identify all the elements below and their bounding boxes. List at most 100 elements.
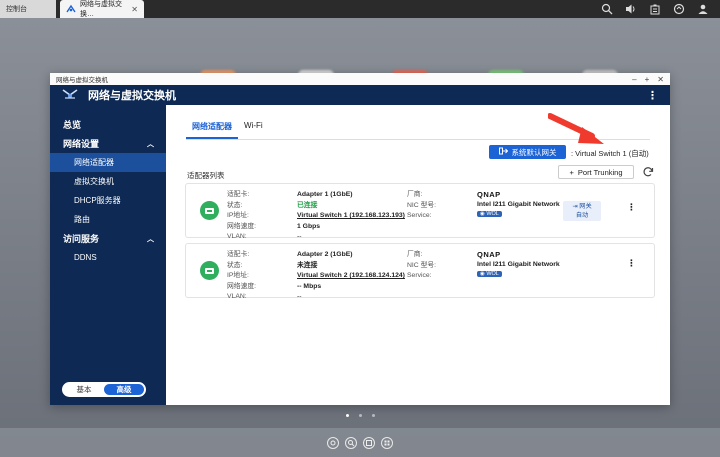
sidebar-group-network-settings[interactable]: 网络设置 ︿ (50, 134, 166, 153)
sidebar-item-routing[interactable]: 路由 (50, 210, 166, 229)
adapter-speed: -- Mbps (297, 282, 322, 290)
browser-tab-network[interactable]: 网络与虚拟交换… ✕ (60, 0, 144, 18)
chevron-up-icon: ︿ (147, 140, 154, 148)
mode-basic-option[interactable]: 基本 (64, 384, 104, 395)
dock-apps-icon[interactable] (381, 436, 393, 449)
adapter-card[interactable]: 适配卡: 状态: IP地址: 网络速度: VLAN: Adapter 1 (1G… (185, 183, 655, 240)
adapter-card[interactable]: 适配卡: 状态: IP地址: 网络速度: VLAN: Adapter 2 (1G… (185, 243, 655, 300)
browser-tab-label: 网络与虚拟交换… (80, 1, 122, 18)
minimize-icon[interactable]: – (632, 75, 636, 84)
gateway-icon: ⇥ (572, 203, 578, 210)
adapter-ip-link[interactable]: Virtual Switch 1 (192.168.123.193) (297, 211, 405, 222)
status-label: 状态: (227, 201, 243, 209)
adapter-labels-2: 厂商: NIC 型号: Service: (407, 250, 436, 282)
service-label: Service: (407, 272, 432, 279)
browser-tab-bar: 控制台 网络与虚拟交换… ✕ (0, 0, 720, 18)
page-dot[interactable] (371, 414, 375, 417)
sidebar-group-label: 网络设置 (63, 139, 100, 149)
tab-network-adapter[interactable]: 网络适配器 (186, 117, 238, 139)
more-options-icon[interactable]: ⋮ (627, 202, 636, 213)
gateway-badge-label: 网关 (579, 203, 592, 210)
chevron-up-icon: ︿ (147, 235, 154, 243)
sidebar-item-virtual-switch[interactable]: 虚拟交换机 (50, 172, 166, 191)
adapter-ip-link[interactable]: Virtual Switch 2 (192.168.124.124) (297, 271, 405, 282)
adapter-vlan: -- (297, 233, 302, 240)
sync-icon[interactable] (672, 2, 686, 16)
browser-tab-control-panel[interactable]: 控制台 (0, 0, 56, 18)
wol-badge: ◉ WOL (477, 271, 502, 277)
ip-label: IP地址: (227, 272, 249, 279)
status-label: 状态: (227, 261, 243, 269)
more-menu-icon[interactable]: ⋮ (647, 89, 658, 102)
port-trunking-label: Port Trunking (577, 167, 623, 177)
adapter-status: 未连接 (297, 261, 318, 269)
vendor-label: 厂商: (407, 191, 423, 198)
window-titlebar[interactable]: 网络与虚拟交换机 – + ✕ (50, 73, 670, 85)
app-window: 网络与虚拟交换机 – + ✕ 网络与虚拟交换机 ⋮ 总览 网络设置 ︿ 网络适配… (50, 73, 670, 405)
adapter-vlan: -- (297, 293, 302, 300)
vlan-label: VLAN: (227, 233, 247, 240)
dock-settings-icon[interactable] (327, 436, 339, 449)
sidebar-item-network-adapter[interactable]: 网络适配器 (50, 153, 166, 172)
nic-model: Intel I211 Gigabit Network (477, 201, 560, 208)
sidebar-item-overview[interactable]: 总览 (50, 115, 166, 134)
nic-icon (200, 261, 219, 280)
network-app-icon (66, 4, 76, 14)
speed-label: 网络速度: (227, 282, 257, 290)
system-tray (600, 0, 720, 18)
adapter-labels: 适配卡: 状态: IP地址: 网络速度: VLAN: (227, 250, 256, 303)
adapter-list-title: 适配器列表 (187, 171, 225, 180)
default-gateway-label: 系统默认网关 (511, 147, 557, 157)
default-gateway-button[interactable]: 系统默认网关 (489, 145, 566, 159)
service-label: Service: (407, 212, 432, 219)
vendor-logo: QNAP (477, 250, 501, 259)
more-options-icon[interactable]: ⋮ (627, 258, 636, 269)
dock (0, 428, 720, 457)
volume-icon[interactable] (624, 2, 638, 16)
sidebar-group-label: 访问服务 (63, 234, 100, 244)
close-icon[interactable]: ✕ (131, 5, 138, 14)
plus-icon: + (569, 167, 574, 177)
tasks-icon[interactable] (648, 2, 662, 16)
nic-model: Intel I211 Gigabit Network (477, 261, 560, 268)
adapter-name: Adapter 1 (1GbE) (297, 191, 353, 198)
window-title: 网络与虚拟交换机 (56, 77, 108, 84)
gateway-icon (498, 147, 508, 157)
close-icon[interactable]: ✕ (657, 75, 664, 84)
page-dot[interactable] (345, 414, 349, 417)
window-controls: – + ✕ (632, 75, 664, 84)
annotation-arrow (548, 113, 604, 144)
speed-label: 网络速度: (227, 222, 257, 230)
browser-tab-label: 控制台 (6, 6, 27, 13)
adapter-labels: 适配卡: 状态: IP地址: 网络速度: VLAN: (227, 190, 256, 243)
app-header: 网络与虚拟交换机 ⋮ (50, 85, 670, 105)
sidebar-item-dhcp-server[interactable]: DHCP服务器 (50, 191, 166, 210)
nic-model-label: NIC 型号: (407, 261, 437, 269)
vendor-label: 厂商: (407, 251, 423, 258)
mode-toggle[interactable]: 基本 高级 (62, 382, 146, 397)
vendor-info: QNAP Intel I211 Gigabit Network ◉ WOL (477, 190, 561, 217)
sidebar-item-ddns[interactable]: DDNS (50, 248, 166, 267)
vlan-label: VLAN: (227, 293, 247, 300)
user-icon[interactable] (696, 2, 710, 16)
adapter-speed: 1 Gbps (297, 222, 321, 230)
adapter-values: Adapter 2 (1GbE) 未连接 Virtual Switch 2 (1… (297, 250, 405, 303)
vendor-logo: QNAP (477, 190, 501, 199)
network-switch-icon (62, 88, 78, 102)
tab-wifi[interactable]: Wi-Fi (238, 117, 269, 139)
vendor-info: QNAP Intel I211 Gigabit Network ◉ WOL (477, 250, 561, 277)
wol-badge: ◉ WOL (477, 211, 502, 217)
adapter-values: Adapter 1 (1GbE) 已连接 Virtual Switch 1 (1… (297, 190, 405, 243)
mode-advanced-option[interactable]: 高级 (104, 384, 144, 395)
refresh-icon[interactable] (642, 166, 654, 178)
default-gateway-value: : Virtual Switch 1 (自动) (571, 149, 649, 158)
page-dot[interactable] (358, 414, 362, 417)
port-trunking-button[interactable]: + Port Trunking (558, 165, 634, 179)
dock-window-icon[interactable] (363, 436, 375, 449)
sidebar-group-access-services[interactable]: 访问服务 ︿ (50, 229, 166, 248)
dock-search-icon[interactable] (345, 436, 357, 449)
ip-label: IP地址: (227, 212, 249, 219)
adapter-label: 适配卡: (227, 191, 250, 198)
search-icon[interactable] (600, 2, 614, 16)
maximize-icon[interactable]: + (645, 75, 650, 84)
